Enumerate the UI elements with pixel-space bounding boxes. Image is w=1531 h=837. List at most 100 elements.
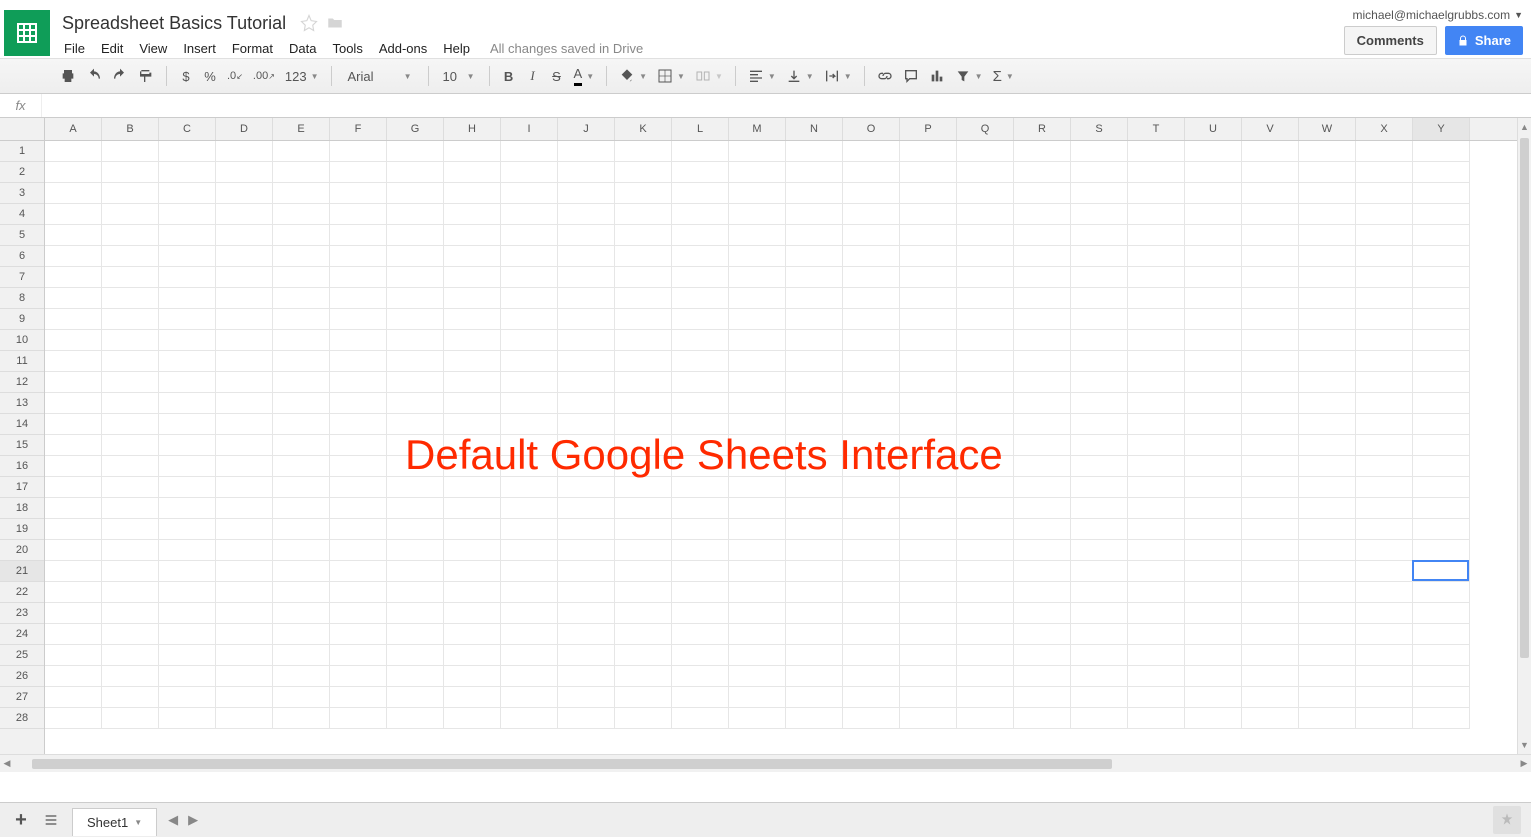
formula-input[interactable]: [42, 94, 1531, 117]
cell[interactable]: [843, 582, 900, 603]
cell[interactable]: [273, 309, 330, 330]
cell[interactable]: [1299, 435, 1356, 456]
cell[interactable]: [900, 351, 957, 372]
cell[interactable]: [786, 414, 843, 435]
cell[interactable]: [615, 477, 672, 498]
cell[interactable]: [45, 183, 102, 204]
cell[interactable]: [216, 141, 273, 162]
strikethrough-button[interactable]: S: [546, 63, 568, 89]
menu-file[interactable]: File: [56, 37, 93, 60]
cell[interactable]: [672, 456, 729, 477]
cell[interactable]: [501, 141, 558, 162]
cell[interactable]: [558, 351, 615, 372]
cell[interactable]: [1242, 540, 1299, 561]
cell[interactable]: [387, 372, 444, 393]
explore-button[interactable]: [1493, 806, 1521, 834]
cell[interactable]: [615, 561, 672, 582]
row-header-3[interactable]: 3: [0, 183, 44, 204]
cell[interactable]: [1413, 561, 1470, 582]
cell[interactable]: [216, 477, 273, 498]
cell[interactable]: [216, 540, 273, 561]
cell[interactable]: [1356, 414, 1413, 435]
cell[interactable]: [387, 141, 444, 162]
column-header-Q[interactable]: Q: [957, 118, 1014, 140]
cell[interactable]: [1299, 225, 1356, 246]
cell[interactable]: [330, 708, 387, 729]
cell[interactable]: [102, 246, 159, 267]
cell[interactable]: [330, 687, 387, 708]
cell[interactable]: [159, 519, 216, 540]
cell[interactable]: [387, 582, 444, 603]
cell[interactable]: [1299, 372, 1356, 393]
menu-help[interactable]: Help: [435, 37, 478, 60]
cell[interactable]: [501, 204, 558, 225]
more-formats-button[interactable]: 123▼: [281, 63, 323, 89]
cell[interactable]: [843, 204, 900, 225]
cell[interactable]: [672, 645, 729, 666]
cell[interactable]: [1071, 414, 1128, 435]
row-header-2[interactable]: 2: [0, 162, 44, 183]
cell[interactable]: [501, 225, 558, 246]
cell[interactable]: [1413, 645, 1470, 666]
cell[interactable]: [1014, 582, 1071, 603]
cell[interactable]: [900, 309, 957, 330]
cell[interactable]: [1356, 351, 1413, 372]
row-header-23[interactable]: 23: [0, 603, 44, 624]
cell[interactable]: [1071, 624, 1128, 645]
cell[interactable]: [501, 708, 558, 729]
cell[interactable]: [501, 561, 558, 582]
cell[interactable]: [1356, 267, 1413, 288]
row-header-17[interactable]: 17: [0, 477, 44, 498]
share-button[interactable]: Share: [1445, 26, 1523, 55]
cell[interactable]: [1071, 141, 1128, 162]
column-header-M[interactable]: M: [729, 118, 786, 140]
cell[interactable]: [1356, 708, 1413, 729]
cell[interactable]: [444, 624, 501, 645]
cell[interactable]: [1071, 435, 1128, 456]
cell[interactable]: [615, 330, 672, 351]
cell[interactable]: [501, 183, 558, 204]
cell[interactable]: [1128, 540, 1185, 561]
cell[interactable]: [501, 393, 558, 414]
cell[interactable]: [1185, 519, 1242, 540]
cell[interactable]: [843, 645, 900, 666]
cell[interactable]: [1014, 246, 1071, 267]
cell[interactable]: [1299, 687, 1356, 708]
cell[interactable]: [387, 603, 444, 624]
cell[interactable]: [558, 309, 615, 330]
cell[interactable]: [558, 225, 615, 246]
cell[interactable]: [1071, 309, 1128, 330]
cell[interactable]: [444, 561, 501, 582]
cell[interactable]: [159, 645, 216, 666]
cell[interactable]: [900, 204, 957, 225]
cell[interactable]: [387, 225, 444, 246]
cell[interactable]: [1413, 519, 1470, 540]
cell[interactable]: [1413, 183, 1470, 204]
cell[interactable]: [843, 435, 900, 456]
cell[interactable]: [45, 246, 102, 267]
cell[interactable]: [615, 624, 672, 645]
row-header-7[interactable]: 7: [0, 267, 44, 288]
cell[interactable]: [1014, 330, 1071, 351]
cell[interactable]: [786, 435, 843, 456]
cell[interactable]: [1014, 603, 1071, 624]
cell[interactable]: [102, 162, 159, 183]
column-header-T[interactable]: T: [1128, 118, 1185, 140]
cell[interactable]: [615, 666, 672, 687]
cell[interactable]: [1299, 246, 1356, 267]
cell[interactable]: [159, 582, 216, 603]
cell[interactable]: [900, 246, 957, 267]
cell[interactable]: [159, 414, 216, 435]
cell[interactable]: [1356, 204, 1413, 225]
cell[interactable]: [1356, 540, 1413, 561]
menu-view[interactable]: View: [131, 37, 175, 60]
column-header-S[interactable]: S: [1071, 118, 1128, 140]
cell[interactable]: [216, 288, 273, 309]
cell[interactable]: [1413, 351, 1470, 372]
cell[interactable]: [1014, 414, 1071, 435]
cell[interactable]: [729, 666, 786, 687]
cell[interactable]: [672, 309, 729, 330]
cell[interactable]: [273, 687, 330, 708]
cell[interactable]: [615, 603, 672, 624]
cell[interactable]: [102, 456, 159, 477]
